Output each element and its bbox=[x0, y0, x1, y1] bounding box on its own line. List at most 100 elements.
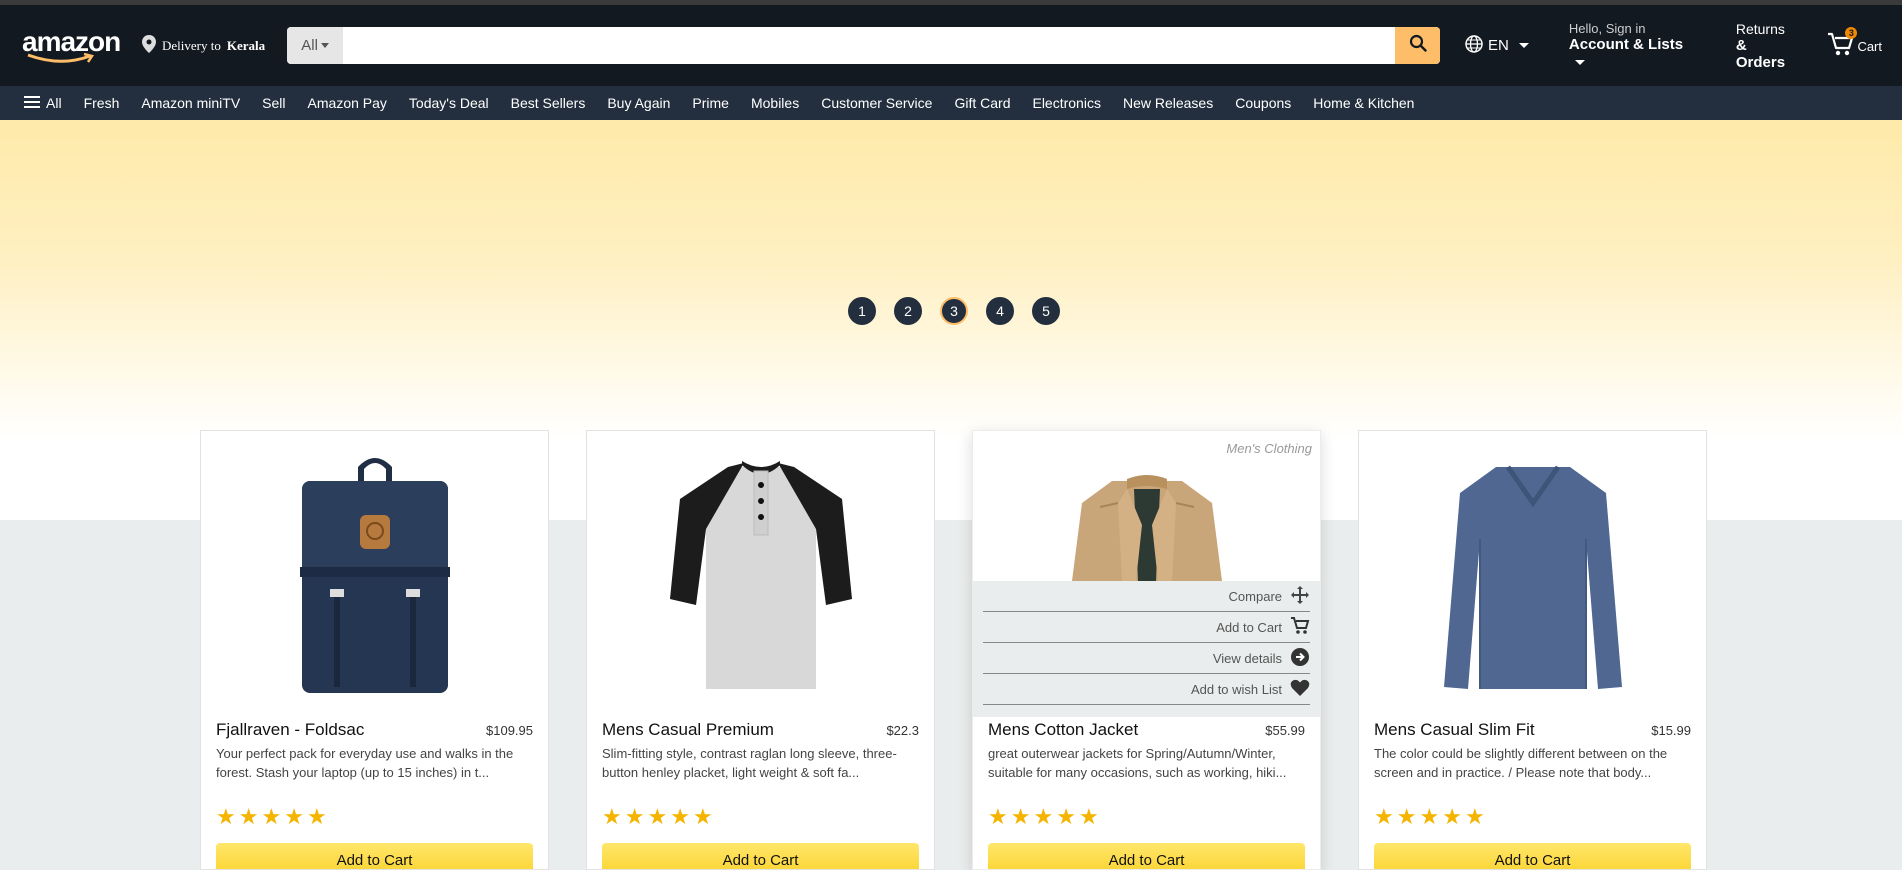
subnav-item-coupons[interactable]: Coupons bbox=[1235, 95, 1291, 111]
subnav-item-mobiles[interactable]: Mobiles bbox=[751, 95, 799, 111]
chevron-down-icon bbox=[1574, 59, 1585, 65]
star-icon: ★ bbox=[261, 804, 282, 829]
product-description: Your perfect pack for everyday use and w… bbox=[216, 746, 514, 780]
compare-action[interactable]: Compare bbox=[983, 581, 1310, 612]
cart-label: Cart bbox=[1857, 39, 1882, 54]
chevron-down-icon bbox=[320, 43, 329, 48]
search-category-select[interactable]: All bbox=[287, 27, 344, 64]
search-input[interactable] bbox=[343, 27, 1396, 64]
quick-add-to-cart-action[interactable]: Add to Cart bbox=[983, 612, 1310, 643]
subnav-item-minitv[interactable]: Amazon miniTV bbox=[141, 95, 240, 111]
subnav-item-buy-again[interactable]: Buy Again bbox=[607, 95, 670, 111]
view-details-action[interactable]: View details bbox=[983, 643, 1310, 674]
star-icon: ★ bbox=[1419, 804, 1440, 829]
cart-count-badge: 3 bbox=[1845, 27, 1858, 39]
star-rating: ★ ★ ★ ★ ★ bbox=[602, 805, 919, 829]
star-icon: ★ bbox=[988, 804, 1008, 829]
star-icon: ★ bbox=[1442, 804, 1462, 829]
account-lists-label: Account & Lists bbox=[1568, 36, 1684, 53]
product-description: Slim-fitting style, contrast raglan long… bbox=[602, 746, 897, 780]
hamburger-menu-icon bbox=[24, 95, 40, 112]
henley-shirt-image[interactable] bbox=[587, 431, 934, 716]
product-description: great outerwear jackets for Spring/Autum… bbox=[988, 746, 1287, 780]
greeting-text: Hello, Sign in bbox=[1568, 21, 1646, 36]
subnav-item-all[interactable]: All bbox=[24, 95, 62, 112]
star-icon: ★ bbox=[1010, 804, 1031, 829]
star-icon: ★ bbox=[284, 804, 304, 829]
subnav-item-electronics[interactable]: Electronics bbox=[1032, 95, 1100, 111]
subnav-item-home-kitchen[interactable]: Home & Kitchen bbox=[1313, 95, 1414, 111]
carousel-page-1[interactable]: 1 bbox=[848, 297, 876, 325]
tshirt-image[interactable] bbox=[1359, 431, 1706, 716]
add-to-cart-button[interactable]: Add to Cart bbox=[988, 843, 1305, 869]
location-pin-icon bbox=[142, 34, 156, 57]
backpack-image[interactable] bbox=[201, 431, 548, 716]
returns-orders-link[interactable]: Returns & Orders bbox=[1736, 21, 1800, 71]
product-card[interactable]: Mens Casual Premium $22.3 Slim-fitting s… bbox=[586, 430, 935, 870]
star-rating: ★ ★ ★ ★ ★ bbox=[988, 805, 1305, 829]
star-icon: ★ bbox=[1374, 804, 1394, 829]
star-icon: ★ bbox=[1033, 804, 1054, 829]
star-icon: ★ bbox=[1464, 804, 1485, 829]
subnav-item-best-sellers[interactable]: Best Sellers bbox=[511, 95, 586, 111]
heart-icon bbox=[1290, 679, 1310, 700]
carousel-pagination: 1 2 3 4 5 bbox=[848, 297, 1060, 325]
carousel-page-5[interactable]: 5 bbox=[1032, 297, 1060, 325]
subnav-item-todays-deal[interactable]: Today's Deal bbox=[409, 95, 489, 111]
subnav-item-customer-service[interactable]: Customer Service bbox=[821, 95, 932, 111]
product-title[interactable]: Mens Casual Slim Fit bbox=[1374, 720, 1535, 740]
product-description: The color could be slightly different be… bbox=[1374, 746, 1668, 780]
star-icon: ★ bbox=[306, 804, 327, 829]
star-icon: ★ bbox=[670, 804, 690, 829]
arrow-right-circle-icon bbox=[1290, 647, 1310, 670]
product-price: $22.3 bbox=[886, 723, 919, 738]
account-menu[interactable]: Hello, Sign in Account & Lists bbox=[1569, 21, 1698, 70]
star-rating: ★ ★ ★ ★ ★ bbox=[216, 805, 533, 829]
delivery-location[interactable]: Delivery to Kerala bbox=[142, 34, 266, 57]
add-to-cart-button[interactable]: Add to Cart bbox=[216, 843, 533, 869]
product-quick-actions: Compare Add to Cart View details Add to … bbox=[973, 581, 1320, 717]
cart-icon bbox=[1290, 616, 1310, 639]
star-rating: ★ ★ ★ ★ ★ bbox=[1374, 805, 1691, 829]
product-title[interactable]: Mens Cotton Jacket bbox=[988, 720, 1138, 740]
carousel-page-2[interactable]: 2 bbox=[894, 297, 922, 325]
star-icon: ★ bbox=[216, 804, 236, 829]
product-grid: Fjallraven - Foldsac $109.95 Your perfec… bbox=[200, 430, 1707, 870]
product-price: $15.99 bbox=[1651, 723, 1691, 738]
star-icon: ★ bbox=[624, 804, 645, 829]
add-to-cart-button[interactable]: Add to Cart bbox=[1374, 843, 1691, 869]
search-button[interactable] bbox=[1395, 27, 1441, 64]
product-title[interactable]: Mens Casual Premium bbox=[602, 720, 774, 740]
subnav-item-gift-card[interactable]: Gift Card bbox=[954, 95, 1010, 111]
search-bar: All bbox=[287, 27, 1441, 64]
amazon-logo[interactable]: amazon bbox=[22, 27, 121, 63]
product-title[interactable]: Fjallraven - Foldsac bbox=[216, 720, 364, 740]
product-card[interactable]: Fjallraven - Foldsac $109.95 Your perfec… bbox=[200, 430, 549, 870]
star-icon: ★ bbox=[602, 804, 622, 829]
star-icon: ★ bbox=[647, 804, 668, 829]
product-category: Men's Clothing bbox=[1226, 441, 1312, 456]
subnav-item-prime[interactable]: Prime bbox=[692, 95, 729, 111]
top-navbar: amazon Delivery to Kerala All EN Hello, … bbox=[0, 5, 1902, 86]
subnav-item-amazon-pay[interactable]: Amazon Pay bbox=[308, 95, 387, 111]
subnav-item-sell[interactable]: Sell bbox=[262, 95, 285, 111]
compare-arrows-icon bbox=[1290, 585, 1310, 608]
sub-navbar: All Fresh Amazon miniTV Sell Amazon Pay … bbox=[0, 86, 1902, 120]
product-card[interactable]: Mens Casual Slim Fit $15.99 The color co… bbox=[1358, 430, 1707, 870]
product-price: $55.99 bbox=[1265, 723, 1305, 738]
chevron-down-icon bbox=[1518, 43, 1529, 48]
star-icon: ★ bbox=[1396, 804, 1417, 829]
product-card[interactable]: Men's Clothing Compare Add to Cart View … bbox=[972, 430, 1321, 870]
carousel-page-4[interactable]: 4 bbox=[986, 297, 1014, 325]
delivery-location-name: Kerala bbox=[226, 37, 266, 53]
delivery-prefix: Delivery to bbox=[162, 37, 221, 53]
star-icon: ★ bbox=[692, 804, 713, 829]
add-to-cart-button[interactable]: Add to Cart bbox=[602, 843, 919, 869]
language-selector[interactable]: EN bbox=[1464, 34, 1529, 58]
carousel-page-3[interactable]: 3 bbox=[940, 297, 968, 325]
globe-icon bbox=[1464, 34, 1484, 58]
subnav-item-fresh[interactable]: Fresh bbox=[84, 95, 120, 111]
add-to-wishlist-action[interactable]: Add to wish List bbox=[983, 674, 1310, 705]
cart-link[interactable]: 3 Cart bbox=[1827, 27, 1882, 60]
subnav-item-new-releases[interactable]: New Releases bbox=[1123, 95, 1213, 111]
